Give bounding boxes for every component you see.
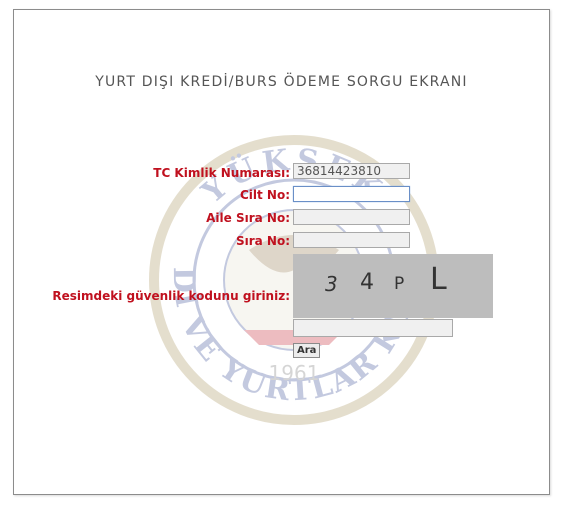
captcha-image: 3 4 P L bbox=[293, 254, 493, 318]
sira-input[interactable] bbox=[293, 232, 410, 248]
captcha-input[interactable] bbox=[293, 319, 453, 337]
tc-label: TC Kimlik Numarası: bbox=[153, 166, 290, 180]
captcha-char: L bbox=[430, 262, 447, 297]
tc-input[interactable]: 36814423810 bbox=[293, 163, 410, 179]
cilt-label: Cilt No: bbox=[239, 188, 290, 202]
page-title: YURT DIŞI KREDİ/BURS ÖDEME SORGU EKRANI bbox=[95, 74, 468, 90]
aile-sira-input[interactable] bbox=[293, 209, 410, 225]
captcha-char: P bbox=[394, 274, 405, 294]
aile-sira-label: Aile Sıra No: bbox=[206, 211, 290, 225]
captcha-char: 3 bbox=[325, 272, 338, 296]
captcha-char: 4 bbox=[360, 270, 374, 295]
sira-label: Sıra No: bbox=[235, 234, 290, 248]
captcha-label: Resimdeki güvenlik kodunu giriniz: bbox=[52, 289, 290, 303]
query-panel: YURT DIŞI KREDİ/BURS ÖDEME SORGU EKRANI … bbox=[13, 9, 550, 495]
cilt-input[interactable] bbox=[293, 186, 410, 202]
search-button[interactable]: Ara bbox=[293, 343, 321, 358]
emblem-year: 1961 bbox=[269, 361, 320, 385]
